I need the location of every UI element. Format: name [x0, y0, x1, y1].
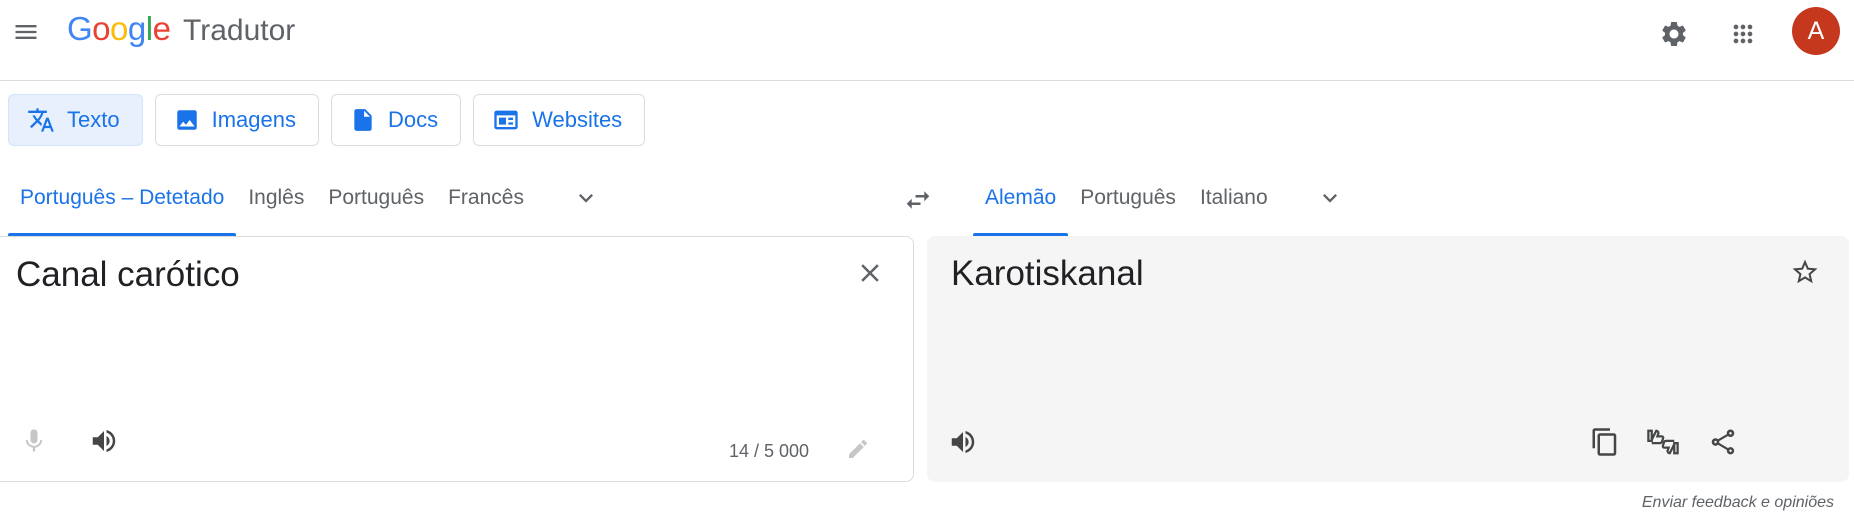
- mode-websites-button[interactable]: Websites: [473, 94, 646, 146]
- target-lang-german[interactable]: Alemão: [973, 160, 1069, 236]
- swap-languages-button[interactable]: [894, 176, 942, 224]
- rate-translation-button[interactable]: [1641, 420, 1685, 464]
- document-icon: [354, 109, 372, 131]
- source-lang-detected[interactable]: Português – Detetado: [8, 160, 237, 236]
- mode-text-button[interactable]: Texto: [8, 94, 143, 146]
- send-feedback-link[interactable]: Enviar feedback e opiniões: [1642, 494, 1834, 512]
- translation-output: Karotiskanal: [951, 254, 1144, 293]
- source-language-bar: Português – Detetado Inglês Português Fr…: [8, 160, 610, 236]
- save-translation-button[interactable]: [1783, 250, 1827, 294]
- account-avatar[interactable]: A: [1792, 7, 1840, 55]
- website-icon: [494, 110, 518, 130]
- edit-button[interactable]: [836, 427, 880, 471]
- source-listen-button[interactable]: [82, 419, 126, 463]
- mode-docs-button[interactable]: Docs: [330, 94, 462, 146]
- star-icon: [1792, 259, 1818, 284]
- mode-images-button[interactable]: Imagens: [154, 94, 319, 146]
- mode-label: Texto: [67, 107, 120, 132]
- target-lang-italian[interactable]: Italiano: [1188, 160, 1280, 236]
- speaker-icon: [92, 430, 116, 452]
- logo-letter: o: [110, 10, 128, 47]
- target-lang-portuguese[interactable]: Português: [1068, 160, 1188, 236]
- target-more-languages-button[interactable]: [1306, 160, 1354, 236]
- translation-listen-button[interactable]: [941, 420, 985, 464]
- microphone-icon: [25, 429, 43, 452]
- logo-letter: g: [127, 10, 146, 47]
- logo-letter: o: [92, 10, 111, 47]
- apps-button[interactable]: [1721, 12, 1765, 56]
- swap-arrows-icon: [906, 191, 930, 209]
- share-icon: [1711, 429, 1735, 455]
- source-lang-portuguese[interactable]: Português: [316, 160, 436, 236]
- source-text-input[interactable]: Canal carótico: [16, 255, 240, 295]
- copy-translation-button[interactable]: [1583, 420, 1627, 464]
- source-more-languages-button[interactable]: [562, 160, 610, 236]
- share-translation-button[interactable]: [1701, 420, 1745, 464]
- hamburger-menu-icon: [15, 25, 37, 39]
- settings-button[interactable]: [1652, 12, 1696, 56]
- product-name: Tradutor: [183, 14, 296, 47]
- google-logo[interactable]: Google: [67, 10, 171, 48]
- character-counter: 14 / 5 000: [729, 441, 810, 461]
- translation-panel: Karotiskanal: [927, 236, 1849, 482]
- translate-icon: [28, 108, 54, 132]
- app-header: Google Tradutor A: [0, 0, 1854, 81]
- logo-letter: l: [145, 10, 153, 47]
- gear-icon: [1662, 21, 1686, 46]
- mode-selector: Texto Imagens Docs Websites: [8, 94, 646, 146]
- logo-letter: G: [67, 10, 93, 47]
- voice-input-button[interactable]: [12, 419, 56, 463]
- main-menu-button[interactable]: [6, 12, 46, 52]
- copy-icon: [1592, 428, 1617, 456]
- source-lang-french[interactable]: Francês: [436, 160, 536, 236]
- chevron-down-icon: [1322, 194, 1337, 203]
- close-icon: [861, 264, 879, 282]
- clear-source-button[interactable]: [848, 251, 892, 295]
- mode-label: Docs: [387, 107, 439, 132]
- chevron-down-icon: [578, 194, 593, 203]
- image-icon: [176, 110, 197, 130]
- source-lang-english[interactable]: Inglês: [236, 160, 316, 236]
- mode-label: Imagens: [211, 107, 296, 132]
- logo-letter: e: [152, 10, 171, 47]
- mode-label: Websites: [532, 107, 623, 132]
- speaker-icon: [951, 431, 975, 453]
- thumbs-up-down-icon: [1647, 429, 1679, 455]
- apps-grid-icon: [1733, 24, 1753, 44]
- target-language-bar: Alemão Português Italiano: [973, 160, 1354, 236]
- source-text-panel: Canal carótico 14 / 5 000: [0, 236, 914, 482]
- pencil-icon: [849, 439, 868, 458]
